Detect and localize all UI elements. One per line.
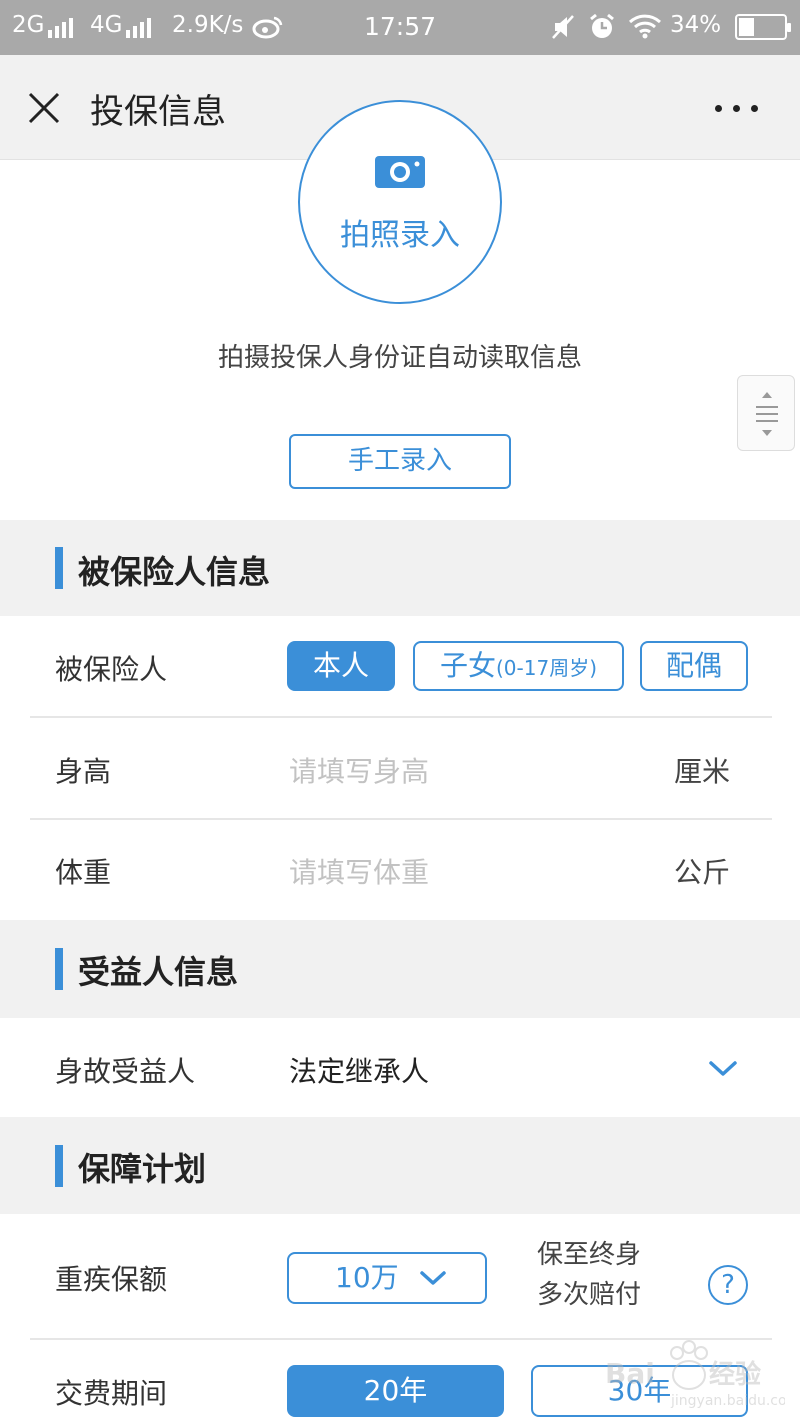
help-icon[interactable]: ? xyxy=(708,1265,748,1305)
alarm-icon xyxy=(590,13,614,38)
insured-section-header: 被保险人信息 xyxy=(0,520,800,616)
coverage-value: 10万 xyxy=(335,1261,399,1294)
weibo-icon xyxy=(252,16,283,39)
network-4g-label: 4G xyxy=(90,12,123,38)
wifi-icon xyxy=(628,14,662,39)
watermark-logo: Bai 经验 jingyan.baidu.com xyxy=(605,1340,785,1409)
insured-person-label: 被保险人 xyxy=(55,653,168,686)
section-accent-bar xyxy=(55,948,63,990)
scroll-handle[interactable] xyxy=(737,375,795,451)
svg-text:Bai: Bai xyxy=(605,1357,655,1390)
option-child-age-note: (0-17周岁) xyxy=(496,656,597,680)
weight-label: 体重 xyxy=(55,856,112,889)
section-title: 被保险人信息 xyxy=(78,553,271,591)
beneficiary-section-header: 受益人信息 xyxy=(0,920,800,1018)
svg-text:jingyan.baidu.com: jingyan.baidu.com xyxy=(670,1393,785,1409)
clock: 17:57 xyxy=(364,12,437,41)
section-title: 保障计划 xyxy=(78,1150,207,1188)
battery-percent: 34% xyxy=(670,12,722,38)
svg-text:经验: 经验 xyxy=(709,1359,761,1390)
chevron-down-icon xyxy=(420,1271,446,1285)
manual-entry-button[interactable]: 手工录入 xyxy=(289,434,511,489)
scroll-handle-icon xyxy=(756,392,778,436)
plan-section-header: 保障计划 xyxy=(0,1117,800,1214)
coverage-note-line2: 多次赔付 xyxy=(537,1280,642,1310)
weight-unit: 公斤 xyxy=(674,856,731,889)
beneficiary-select[interactable]: 法定继承人 xyxy=(289,1050,429,1090)
section-title: 受益人信息 xyxy=(78,953,239,991)
height-input[interactable]: 请填写身高 xyxy=(289,750,429,790)
coverage-select[interactable]: 10万 xyxy=(287,1252,487,1304)
chevron-down-icon[interactable] xyxy=(708,1060,738,1078)
network-2g-label: 2G xyxy=(12,12,45,38)
signal-icon xyxy=(48,12,76,38)
photo-entry-description: 拍摄投保人身份证自动读取信息 xyxy=(217,343,582,373)
coverage-label: 重疾保额 xyxy=(55,1263,168,1296)
option-self[interactable]: 本人 xyxy=(287,641,395,691)
option-child-label: 子女 xyxy=(439,649,496,682)
page-title: 投保信息 xyxy=(90,92,226,132)
coverage-note-line1: 保至终身 xyxy=(537,1240,642,1270)
weight-input[interactable]: 请填写体重 xyxy=(289,851,429,891)
photo-entry-button[interactable] xyxy=(298,100,502,304)
divider xyxy=(30,818,772,820)
network-2g: 2G xyxy=(12,12,76,38)
payment-option-20[interactable]: 20年 xyxy=(287,1365,504,1417)
option-spouse[interactable]: 配偶 xyxy=(640,641,748,691)
close-icon[interactable] xyxy=(26,90,62,126)
option-child[interactable]: 子女(0-17周岁) xyxy=(413,641,624,691)
battery-icon xyxy=(735,14,791,40)
more-icon[interactable] xyxy=(713,105,761,113)
height-label: 身高 xyxy=(55,755,112,788)
mute-icon xyxy=(552,15,574,39)
divider xyxy=(30,716,772,718)
status-bar: 2G 4G 2.9K/s 17:57 34% xyxy=(0,0,800,55)
battery-fill xyxy=(739,18,754,36)
section-accent-bar xyxy=(55,1145,63,1187)
network-4g: 4G xyxy=(90,12,154,38)
height-unit: 厘米 xyxy=(674,755,731,788)
section-accent-bar xyxy=(55,547,63,589)
beneficiary-label: 身故受益人 xyxy=(55,1055,196,1088)
payment-period-label: 交费期间 xyxy=(55,1377,168,1410)
net-speed: 2.9K/s xyxy=(172,12,244,38)
camera-icon xyxy=(375,156,425,188)
photo-entry-label[interactable]: 拍照录入 xyxy=(298,210,502,254)
signal-icon xyxy=(126,12,154,38)
